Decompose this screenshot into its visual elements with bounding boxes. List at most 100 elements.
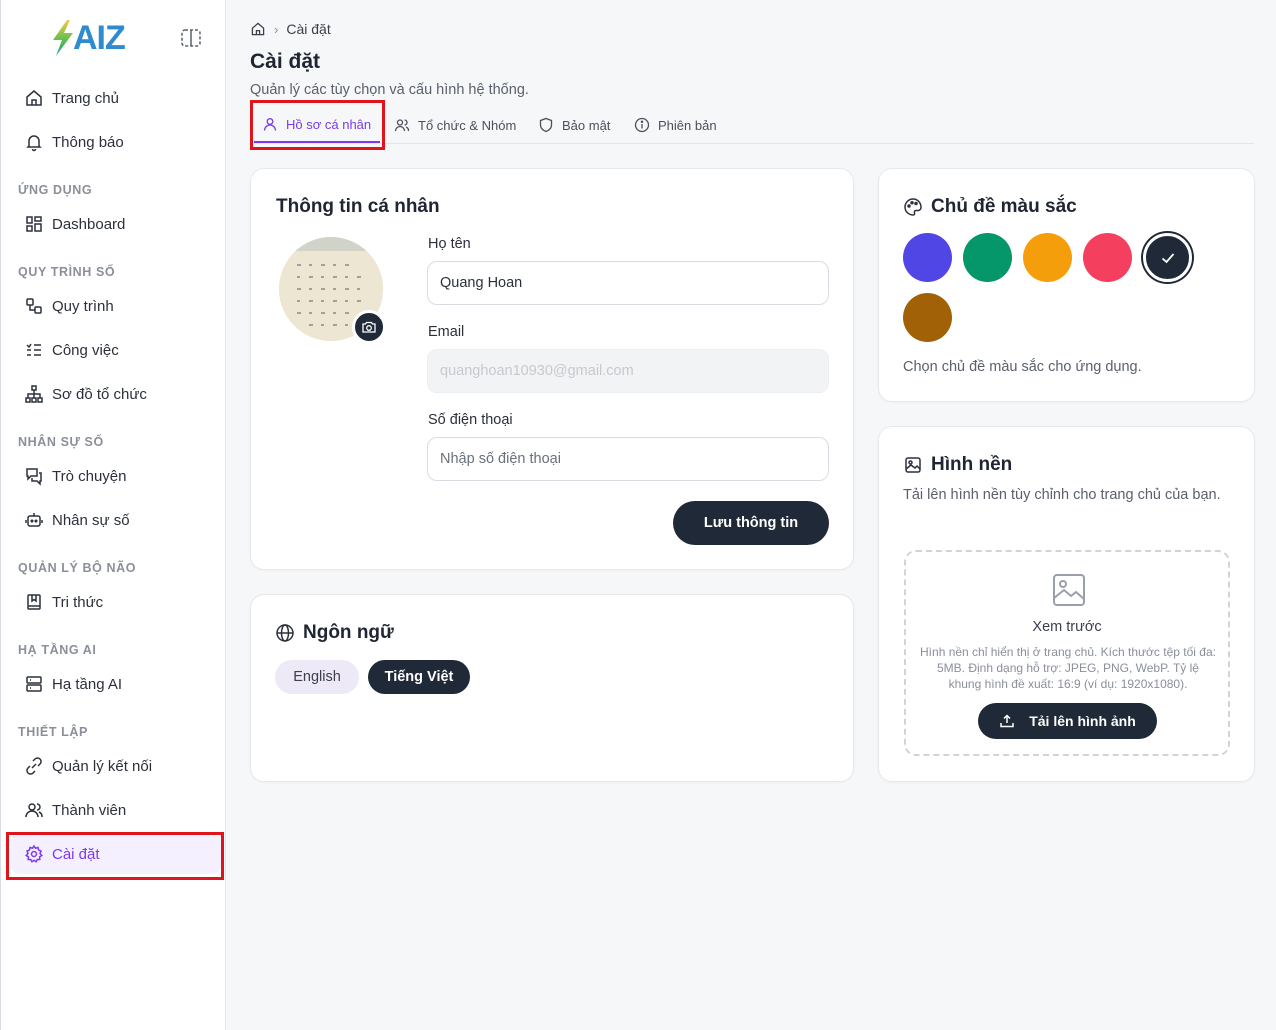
wallpaper-title-text: Hình nền	[931, 454, 1013, 475]
main-content: › Cài đặt Cài đặt Quản lý các tùy chọn v…	[226, 0, 1276, 1030]
sidebar-item-label: Trò chuyện	[52, 467, 127, 485]
logo[interactable]: AIZ	[49, 16, 126, 60]
camera-icon	[362, 321, 376, 333]
phone-label: Số điện thoại	[428, 412, 513, 428]
image-placeholder-icon	[1053, 574, 1085, 606]
task-list-icon	[26, 343, 41, 356]
language-title-text: Ngôn ngữ	[303, 622, 394, 643]
wallpaper-card: Hình nền Tải lên hình nền tùy chỉnh cho …	[878, 426, 1255, 782]
sidebar-item-label: Quản lý kết nối	[52, 757, 153, 775]
tab-label: Hồ sơ cá nhân	[286, 116, 372, 132]
users-icon	[394, 119, 410, 132]
sidebar-item-org-chart[interactable]: Sơ đồ tổ chức	[11, 374, 221, 414]
preview-note: Hình nền chỉ hiển thị ở trang chủ. Kích …	[920, 645, 1216, 691]
theme-swatch-indigo[interactable]	[903, 233, 952, 282]
language-card-title: Ngôn ngữ	[275, 622, 394, 644]
image-icon	[905, 457, 921, 473]
page-title: Cài đặt	[250, 50, 321, 73]
language-card: Ngôn ngữ English Tiếng Việt	[250, 594, 854, 782]
sidebar-item-label: Quy trình	[52, 297, 114, 315]
section-label-digital-staff: NHÂN SỰ SỐ	[18, 435, 104, 449]
dashboard-icon	[26, 216, 42, 232]
shield-icon	[539, 117, 553, 133]
sidebar-item-label: Công việc	[52, 341, 119, 359]
upload-icon	[1000, 714, 1014, 728]
link-icon	[26, 757, 42, 775]
bot-icon	[25, 513, 43, 527]
section-label-apps: ỨNG DỤNG	[18, 183, 93, 197]
page-subtitle: Quản lý các tùy chọn và cấu hình hệ thốn…	[250, 82, 529, 98]
home-icon[interactable]	[250, 21, 266, 37]
theme-title-text: Chủ đề màu sắc	[931, 196, 1077, 217]
tab-label: Phiên bản	[658, 117, 717, 133]
info-icon	[634, 117, 650, 133]
sidebar-item-label: Cài đặt	[52, 845, 100, 863]
sidebar-item-ai-infra[interactable]: Hạ tầng AI	[11, 664, 221, 704]
theme-swatch-rose[interactable]	[1083, 233, 1132, 282]
settings-tabs: Hồ sơ cá nhân Tổ chức & Nhóm Bảo mật Phi…	[250, 107, 1254, 144]
theme-card: Chủ đề màu sắc Chọn chủ đề màu sắc cho ứ…	[878, 168, 1255, 402]
phone-input[interactable]: Nhập số điện thoại	[427, 437, 829, 481]
tab-organization[interactable]: Tổ chức & Nhóm	[394, 107, 516, 143]
users-icon	[25, 803, 43, 818]
theme-card-title: Chủ đề màu sắc	[903, 196, 1077, 218]
preview-label: Xem trước	[1032, 619, 1102, 635]
sidebar-item-label: Dashboard	[52, 215, 126, 233]
sidebar-item-label: Nhân sự số	[52, 511, 130, 529]
profile-card-title: Thông tin cá nhân	[276, 196, 440, 217]
sidebar: AIZ Trang chủ Thông báo ỨNG DỤNG Dashboa…	[0, 0, 226, 1030]
logo-text: AIZ	[73, 18, 126, 57]
sidebar-item-notifications[interactable]: Thông báo	[11, 122, 221, 162]
wallpaper-dropzone[interactable]: Xem trước Hình nền chỉ hiển thị ở trang …	[904, 550, 1230, 756]
tab-label: Tổ chức & Nhóm	[418, 117, 517, 133]
section-label-ai-infra: HẠ TẦNG AI	[18, 643, 97, 657]
sidebar-item-label: Sơ đồ tổ chức	[52, 385, 147, 403]
breadcrumb: › Cài đặt	[250, 21, 331, 37]
server-icon	[26, 676, 42, 692]
sidebar-item-digital-staff[interactable]: Nhân sự số	[11, 500, 221, 540]
sidebar-toggle-icon[interactable]	[180, 28, 202, 48]
upload-label: Tải lên hình ảnh	[1029, 713, 1136, 729]
change-avatar-button[interactable]	[352, 310, 386, 344]
sidebar-item-tasks[interactable]: Công việc	[11, 330, 221, 370]
bell-icon	[26, 135, 42, 152]
wallpaper-description: Tải lên hình nền tùy chỉnh cho trang chủ…	[903, 487, 1221, 503]
tab-label: Bảo mật	[562, 117, 611, 133]
wallpaper-card-title: Hình nền	[903, 454, 1012, 476]
sidebar-item-dashboard[interactable]: Dashboard	[11, 204, 221, 244]
org-chart-icon	[25, 385, 43, 403]
sidebar-item-label: Thành viên	[52, 801, 127, 819]
theme-swatch-dark[interactable]	[1143, 233, 1192, 282]
tab-version[interactable]: Phiên bản	[634, 107, 717, 143]
sidebar-item-settings[interactable]: Cài đặt	[11, 834, 221, 874]
sidebar-item-workflow[interactable]: Quy trình	[11, 286, 221, 326]
user-icon	[263, 118, 277, 131]
section-label-brain: QUẢN LÝ BỘ NÃO	[18, 561, 137, 575]
language-option-vietnamese[interactable]: Tiếng Việt	[368, 660, 470, 694]
tab-security[interactable]: Bảo mật	[538, 107, 610, 143]
save-profile-button[interactable]: Lưu thông tin	[673, 501, 829, 545]
section-label-digital-process: QUY TRÌNH SỐ	[18, 265, 116, 279]
theme-swatch-brown[interactable]	[903, 293, 952, 342]
upload-image-button[interactable]: Tải lên hình ảnh	[978, 703, 1157, 739]
profile-card: Thông tin cá nhân Họ tên Quang Hoan Emai…	[250, 168, 854, 570]
theme-swatch-amber[interactable]	[1023, 233, 1072, 282]
breadcrumb-current: Cài đặt	[286, 21, 331, 37]
language-option-english[interactable]: English	[275, 660, 359, 694]
globe-icon	[276, 624, 294, 642]
name-input[interactable]: Quang Hoan	[427, 261, 829, 305]
sidebar-item-members[interactable]: Thành viên	[11, 790, 221, 830]
palette-icon	[904, 198, 922, 216]
email-label: Email	[428, 324, 465, 340]
section-label-setup: THIẾT LẬP	[18, 725, 88, 739]
tab-profile[interactable]: Hồ sơ cá nhân	[254, 107, 380, 143]
theme-hint: Chọn chủ đề màu sắc cho ứng dụng.	[903, 359, 1142, 375]
sidebar-item-chat[interactable]: Trò chuyện	[11, 456, 221, 496]
sidebar-item-connections[interactable]: Quản lý kết nối	[11, 746, 221, 786]
theme-swatch-green[interactable]	[963, 233, 1012, 282]
sidebar-item-label: Thông báo	[52, 133, 124, 151]
gear-icon	[25, 844, 43, 863]
workflow-icon	[26, 298, 42, 314]
sidebar-item-home[interactable]: Trang chủ	[11, 78, 221, 118]
sidebar-item-knowledge[interactable]: Tri thức	[11, 582, 221, 622]
